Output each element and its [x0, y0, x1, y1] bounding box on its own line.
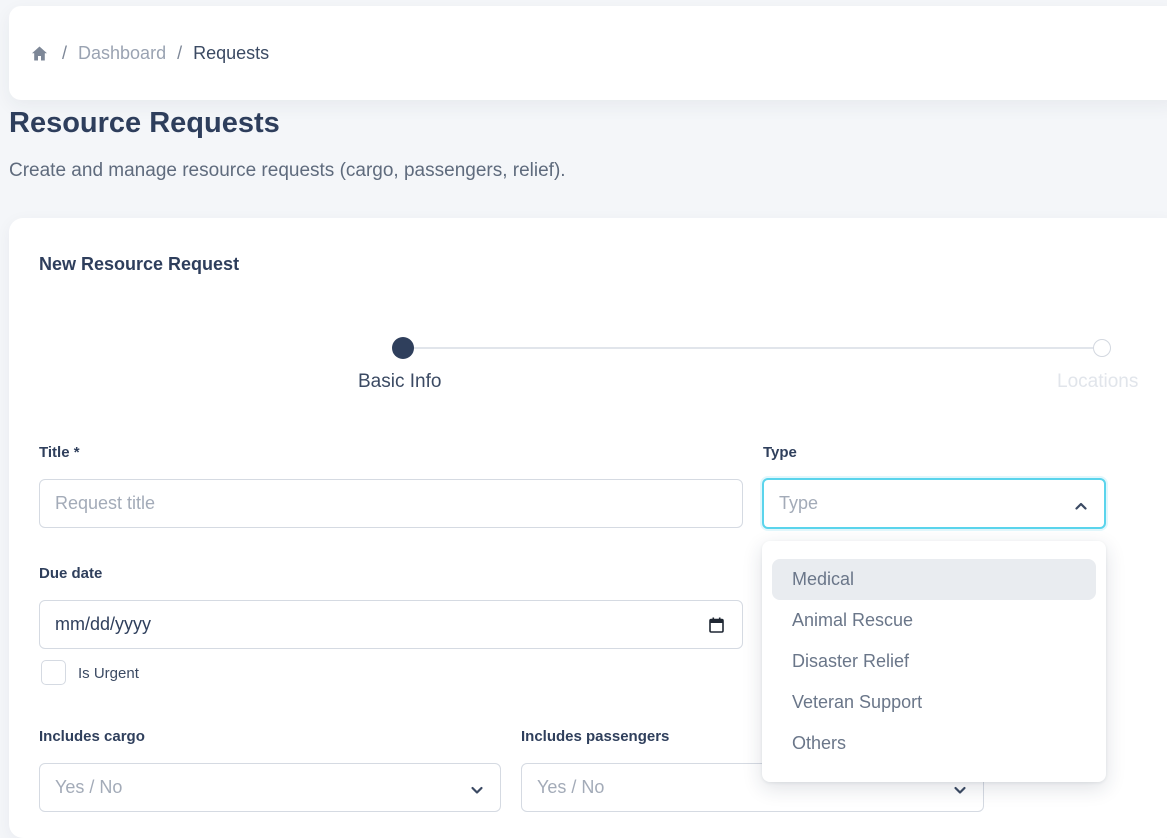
includes-cargo-placeholder: Yes / No [55, 777, 123, 797]
title-label: Title * [39, 444, 80, 461]
type-select-placeholder: Type [779, 493, 819, 513]
includes-cargo-select[interactable]: Yes / No [39, 763, 501, 812]
type-option-others[interactable]: Others [772, 723, 1096, 764]
chevron-down-icon [470, 781, 484, 795]
includes-cargo-label: Includes cargo [39, 728, 145, 745]
chevron-up-icon [1074, 497, 1088, 511]
type-option-animal-rescue[interactable]: Animal Rescue [772, 600, 1096, 641]
due-date-input[interactable]: mm/dd/yyyy [39, 600, 743, 649]
step-locations-indicator[interactable] [1093, 339, 1111, 357]
stepper-line [402, 347, 1102, 349]
step-locations-label[interactable]: Locations [1057, 371, 1138, 393]
home-icon[interactable] [31, 45, 48, 62]
breadcrumb-separator: / [177, 43, 183, 63]
is-urgent-checkbox[interactable] [41, 660, 66, 685]
type-option-veteran-support[interactable]: Veteran Support [772, 682, 1096, 723]
step-basic-info-indicator[interactable] [392, 337, 414, 359]
due-date-label: Due date [39, 565, 103, 582]
card-title: New Resource Request [39, 254, 240, 274]
type-option-medical[interactable]: Medical [772, 559, 1096, 600]
type-label: Type [763, 444, 797, 461]
breadcrumb-dashboard-link[interactable]: Dashboard [78, 43, 166, 64]
type-dropdown-menu: Medical Animal Rescue Disaster Relief Ve… [762, 541, 1106, 782]
is-urgent-label[interactable]: Is Urgent [78, 665, 139, 682]
breadcrumb: / Dashboard / Requests [31, 43, 269, 64]
breadcrumb-separator: / [62, 43, 68, 63]
title-input[interactable] [55, 493, 727, 514]
type-select[interactable]: Type [762, 478, 1106, 529]
step-basic-info-label[interactable]: Basic Info [358, 371, 441, 393]
page-subtitle: Create and manage resource requests (car… [9, 160, 566, 181]
calendar-icon[interactable] [709, 617, 724, 633]
chevron-down-icon [953, 781, 967, 795]
includes-passengers-placeholder: Yes / No [537, 777, 605, 797]
title-input-wrapper [39, 479, 743, 528]
includes-passengers-label: Includes passengers [521, 728, 670, 745]
breadcrumb-current: Requests [193, 43, 270, 63]
type-option-disaster-relief[interactable]: Disaster Relief [772, 641, 1096, 682]
page-title: Resource Requests [9, 107, 280, 139]
due-date-value: mm/dd/yyyy [55, 614, 152, 634]
